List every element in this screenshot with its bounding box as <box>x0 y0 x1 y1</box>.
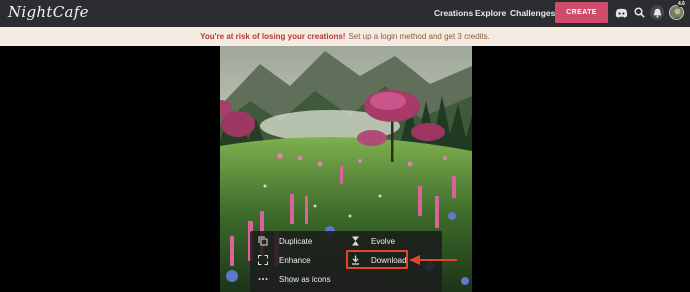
nightcafe-logo[interactable]: NightCafe <box>8 3 89 21</box>
menu-item-duplicate[interactable]: Duplicate <box>257 235 312 247</box>
user-avatar[interactable] <box>669 5 684 20</box>
nav-challenges[interactable]: Challenges <box>510 8 555 18</box>
avatar-level-badge: 4.6 <box>677 1 686 7</box>
banner-warning-text: You're at risk of losing your creations! <box>200 32 346 41</box>
menu-item-enhance[interactable]: Enhance <box>257 254 311 266</box>
create-button[interactable]: CREATE <box>555 2 608 23</box>
bell-icon[interactable] <box>650 5 664 20</box>
discord-icon[interactable] <box>614 6 628 20</box>
enhance-icon <box>257 254 269 266</box>
top-navigation-bar: NightCafe Creations Explore Challenges C… <box>0 0 690 27</box>
ellipsis-icon <box>257 273 269 285</box>
hourglass-icon <box>349 235 361 247</box>
download-icon <box>349 254 361 266</box>
banner-message-text: Set up a login method and get 3 credits. <box>348 32 490 41</box>
duplicate-icon <box>257 235 269 247</box>
pointer-arrow-icon <box>409 255 457 265</box>
nav-creations[interactable]: Creations <box>434 8 473 18</box>
search-icon[interactable] <box>633 6 645 19</box>
download-label: Download <box>371 255 407 265</box>
evolve-label: Evolve <box>371 236 396 246</box>
enhance-label: Enhance <box>279 255 311 265</box>
menu-item-evolve[interactable]: Evolve <box>349 235 395 247</box>
nav-explore[interactable]: Explore <box>475 8 506 18</box>
show-as-icons-label: Show as icons <box>279 274 331 284</box>
duplicate-label: Duplicate <box>279 236 313 246</box>
menu-item-download[interactable]: Download <box>349 254 407 266</box>
menu-item-show-as-icons[interactable]: Show as icons <box>257 273 331 285</box>
login-warning-banner[interactable]: You're at risk of losing your creations!… <box>0 27 690 46</box>
